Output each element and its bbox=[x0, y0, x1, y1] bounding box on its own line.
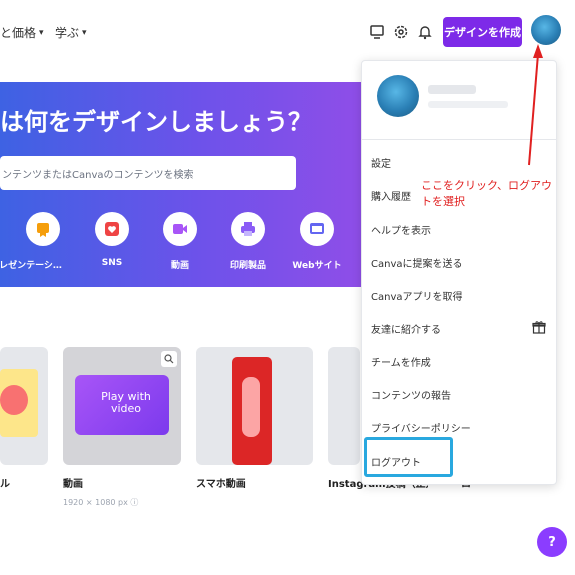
badge-icon bbox=[26, 212, 60, 246]
logout-highlight-box bbox=[364, 437, 453, 477]
template-thumb-1[interactable] bbox=[0, 347, 48, 465]
menu-item-purchase-history[interactable]: 購入履歴 bbox=[371, 188, 411, 203]
desktop-app-icon[interactable] bbox=[367, 22, 387, 42]
nav-pricing[interactable]: と価格 ▾ bbox=[0, 24, 44, 41]
menu-item-feedback[interactable]: Canvaに提案を送る bbox=[371, 255, 463, 270]
template-thumb-instagram[interactable] bbox=[328, 347, 360, 465]
phone-thumb-figure bbox=[242, 377, 260, 437]
annotation-arrow bbox=[528, 44, 543, 166]
menu-item-privacy-policy[interactable]: プライバシーポリシー bbox=[371, 420, 471, 435]
blurred-account-name bbox=[428, 85, 476, 94]
create-design-button[interactable]: デザインを作成 bbox=[443, 17, 522, 47]
search-input[interactable]: ンテンツまたはCanvaのコンテンツを検索 bbox=[0, 156, 296, 190]
menu-item-refer-friend[interactable]: 友達に紹介する bbox=[371, 321, 441, 336]
category-print[interactable]: 印刷製品 bbox=[223, 212, 273, 271]
category-video[interactable]: 動画 bbox=[155, 212, 205, 271]
category-label: SNS bbox=[101, 258, 123, 268]
nav-learn[interactable]: 学ぶ ▾ bbox=[55, 24, 87, 41]
category-sns[interactable]: SNS bbox=[87, 212, 137, 268]
template-thumb-phone-video[interactable] bbox=[196, 347, 313, 465]
gift-icon bbox=[532, 319, 546, 334]
category-presentation[interactable]: プレゼンテーシ… bbox=[0, 212, 68, 271]
heart-icon bbox=[95, 212, 129, 246]
category-label: プレゼンテーシ… bbox=[0, 261, 62, 271]
search-placeholder: ンテンツまたはCanvaのコンテンツを検索 bbox=[2, 169, 194, 181]
nav-learn-label: 学ぶ bbox=[55, 26, 80, 40]
chevron-down-icon: ▾ bbox=[39, 27, 44, 38]
blurred-account-email bbox=[428, 101, 508, 108]
menu-item-get-app[interactable]: Canvaアプリを取得 bbox=[371, 288, 463, 303]
category-label: 動画 bbox=[170, 261, 189, 271]
video-thumb-text: Play with video bbox=[101, 390, 151, 415]
video-dimensions: 1920 × 1080 px ⓘ bbox=[63, 497, 138, 508]
template-thumb-video[interactable]: Play with video bbox=[63, 347, 181, 465]
template-label: ル bbox=[0, 479, 10, 490]
help-button[interactable]: ? bbox=[537, 527, 567, 557]
bell-icon[interactable] bbox=[415, 22, 435, 42]
annotation-text: ここをクリック、ログアウトを選択 bbox=[421, 179, 553, 208]
template-label: 動画 bbox=[63, 479, 83, 490]
thumb-face bbox=[0, 385, 28, 415]
monitor-icon bbox=[300, 212, 334, 246]
chevron-down-icon: ▾ bbox=[82, 27, 87, 38]
top-bar: と価格 ▾ 学ぶ ▾ デザインを作成 bbox=[0, 0, 575, 62]
menu-avatar bbox=[377, 75, 419, 117]
gear-icon[interactable] bbox=[391, 22, 411, 42]
hero-title: は何をデザインしましょう？ bbox=[0, 108, 312, 136]
category-label: Webサイト bbox=[292, 261, 342, 271]
menu-item-report-content[interactable]: コンテンツの報告 bbox=[371, 387, 451, 402]
menu-item-create-team[interactable]: チームを作成 bbox=[371, 354, 431, 369]
info-icon: ⓘ bbox=[130, 498, 139, 507]
printer-icon bbox=[231, 212, 265, 246]
template-label: スマホ動画 bbox=[196, 479, 246, 490]
menu-item-settings[interactable]: 設定 bbox=[371, 155, 391, 170]
nav-pricing-label: と価格 bbox=[0, 26, 37, 40]
video-icon bbox=[163, 212, 197, 246]
video-dimensions-text: 1920 × 1080 px bbox=[63, 498, 128, 507]
category-label: 印刷製品 bbox=[229, 261, 266, 271]
menu-item-help[interactable]: ヘルプを表示 bbox=[371, 222, 431, 237]
category-website[interactable]: Webサイト bbox=[292, 212, 342, 271]
search-icon[interactable] bbox=[161, 351, 177, 367]
